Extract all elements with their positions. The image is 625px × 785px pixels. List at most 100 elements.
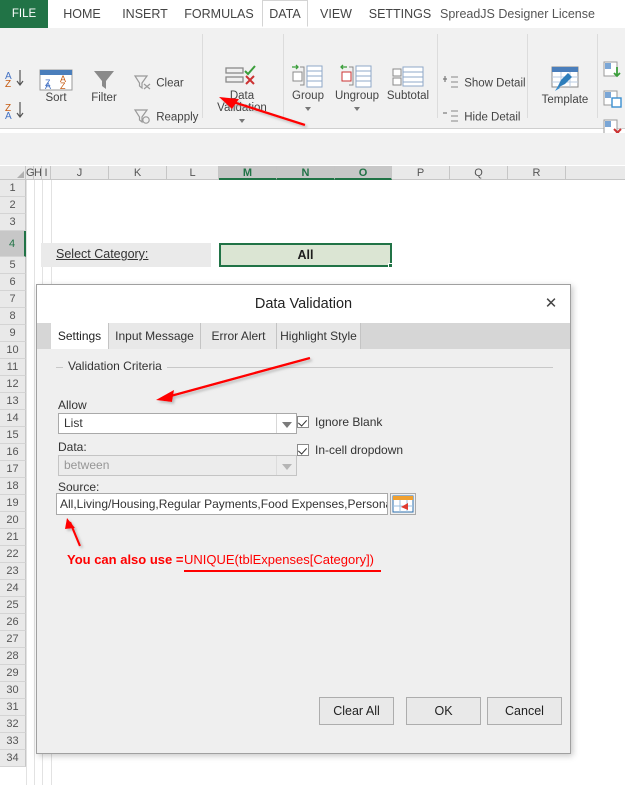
- row-header-23[interactable]: 23: [0, 563, 26, 580]
- template-import-icon[interactable]: [603, 61, 622, 83]
- ungroup-button-label: Ungroup: [334, 90, 380, 102]
- source-input[interactable]: All,Living/Housing,Regular Payments,Food…: [56, 493, 388, 515]
- row-header-21[interactable]: 21: [0, 529, 26, 546]
- svg-text:A: A: [5, 111, 12, 120]
- tab-spreadjs-license[interactable]: SpreadJS Designer License: [440, 0, 615, 28]
- row-header-28[interactable]: 28: [0, 648, 26, 665]
- row-header-22[interactable]: 22: [0, 546, 26, 563]
- range-picker-button[interactable]: [390, 493, 416, 515]
- close-icon[interactable]: ✕: [540, 294, 562, 314]
- ok-button[interactable]: OK: [406, 697, 481, 725]
- sort-button-label: Sort: [33, 92, 79, 104]
- selection-fill-handle[interactable]: [388, 263, 393, 268]
- tab-file[interactable]: FILE: [0, 0, 48, 28]
- ungroup-button[interactable]: Ungroup: [334, 64, 380, 114]
- row-header-27[interactable]: 27: [0, 631, 26, 648]
- reapply-filter-button[interactable]: Reapply: [133, 108, 198, 127]
- tab-formulas[interactable]: FORMULAS: [178, 0, 260, 28]
- group-button[interactable]: Group: [287, 64, 329, 114]
- cancel-button[interactable]: Cancel: [487, 697, 562, 725]
- col-header-P[interactable]: P: [392, 166, 450, 180]
- row-header-13[interactable]: 13: [0, 393, 26, 410]
- row-header-3[interactable]: 3: [0, 214, 26, 231]
- row-header-9[interactable]: 9: [0, 325, 26, 342]
- subtotal-button[interactable]: Subtotal: [384, 64, 432, 102]
- col-header-M[interactable]: M: [219, 166, 277, 180]
- tab-settings[interactable]: Settings: [51, 323, 109, 349]
- row-header-4[interactable]: 4: [0, 231, 26, 257]
- tab-data[interactable]: DATA: [262, 0, 308, 27]
- col-header-S[interactable]: [566, 166, 625, 180]
- chevron-down-icon-ungroup[interactable]: [354, 107, 360, 111]
- subtotal-button-label: Subtotal: [384, 90, 432, 102]
- chevron-down-icon[interactable]: [239, 119, 245, 123]
- col-header-K[interactable]: K: [109, 166, 167, 180]
- tab-input-message[interactable]: Input Message: [109, 323, 201, 349]
- group-separator-3: [437, 34, 438, 118]
- col-header-J[interactable]: J: [51, 166, 109, 180]
- row-header-1[interactable]: 1: [0, 180, 26, 197]
- select-all-corner[interactable]: [0, 166, 26, 180]
- col-header-G[interactable]: G: [26, 166, 34, 180]
- col-header-R[interactable]: R: [508, 166, 566, 180]
- tab-insert[interactable]: INSERT: [114, 0, 176, 28]
- allow-select[interactable]: List: [58, 413, 297, 434]
- row-header-26[interactable]: 26: [0, 614, 26, 631]
- tab-settings[interactable]: SETTINGS: [364, 0, 436, 28]
- row-header-11[interactable]: 11: [0, 359, 26, 376]
- reapply-icon: [133, 108, 153, 127]
- row-header-20[interactable]: 20: [0, 512, 26, 529]
- col-header-I[interactable]: I: [42, 166, 51, 180]
- row-header-8[interactable]: 8: [0, 308, 26, 325]
- col-header-N[interactable]: N: [277, 166, 335, 180]
- col-header-L[interactable]: L: [167, 166, 219, 180]
- select-category-cell[interactable]: Select Category:: [41, 243, 211, 267]
- show-detail-button[interactable]: Show Detail: [443, 74, 526, 93]
- row-header-30[interactable]: 30: [0, 682, 26, 699]
- row-header-10[interactable]: 10: [0, 342, 26, 359]
- col-header-O[interactable]: O: [335, 166, 392, 180]
- template-copy-icon[interactable]: [603, 90, 622, 112]
- data-validation-icon: [210, 64, 274, 90]
- row-header-33[interactable]: 33: [0, 733, 26, 750]
- sort-descending-icon[interactable]: ZA: [4, 100, 26, 123]
- tab-view[interactable]: VIEW: [312, 0, 360, 28]
- row-header-31[interactable]: 31: [0, 699, 26, 716]
- row-header-2[interactable]: 2: [0, 197, 26, 214]
- col-header-Q[interactable]: Q: [450, 166, 508, 180]
- ribbon-tab-bar: FILE HOME INSERT FORMULAS DATA VIEW SETT…: [0, 0, 625, 29]
- row-header-32[interactable]: 32: [0, 716, 26, 733]
- row-header-18[interactable]: 18: [0, 478, 26, 495]
- row-header-12[interactable]: 12: [0, 376, 26, 393]
- template-button-label: Template: [537, 94, 593, 106]
- chevron-down-icon-allow[interactable]: [276, 414, 296, 433]
- row-header-6[interactable]: 6: [0, 274, 26, 291]
- data-validation-button[interactable]: Data Validation: [210, 64, 274, 126]
- tab-highlight-style[interactable]: Highlight Style: [277, 323, 361, 349]
- row-header-16[interactable]: 16: [0, 444, 26, 461]
- row-header-17[interactable]: 17: [0, 461, 26, 478]
- filter-button[interactable]: Filter: [81, 68, 127, 104]
- hide-detail-button[interactable]: Hide Detail: [443, 108, 520, 127]
- chevron-down-icon-group[interactable]: [305, 107, 311, 111]
- sort-button[interactable]: Z A Z A Sort: [33, 68, 79, 104]
- chevron-down-icon-data[interactable]: [276, 456, 296, 475]
- template-button[interactable]: Template: [537, 64, 593, 106]
- row-header-5[interactable]: 5: [0, 257, 26, 274]
- row-header-24[interactable]: 24: [0, 580, 26, 597]
- col-header-H[interactable]: H: [34, 166, 42, 180]
- category-dropdown-cell[interactable]: All: [219, 243, 392, 267]
- sort-ascending-icon[interactable]: AZ: [4, 68, 26, 91]
- row-header-29[interactable]: 29: [0, 665, 26, 682]
- row-header-7[interactable]: 7: [0, 291, 26, 308]
- tab-error-alert[interactable]: Error Alert: [201, 323, 277, 349]
- clear-all-button[interactable]: Clear All: [319, 697, 394, 725]
- row-header-25[interactable]: 25: [0, 597, 26, 614]
- data-select[interactable]: between: [58, 455, 297, 476]
- row-header-19[interactable]: 19: [0, 495, 26, 512]
- row-header-14[interactable]: 14: [0, 410, 26, 427]
- tab-home[interactable]: HOME: [54, 0, 110, 28]
- clear-filter-button[interactable]: Clear: [133, 74, 184, 93]
- row-header-15[interactable]: 15: [0, 427, 26, 444]
- row-header-34[interactable]: 34: [0, 750, 26, 767]
